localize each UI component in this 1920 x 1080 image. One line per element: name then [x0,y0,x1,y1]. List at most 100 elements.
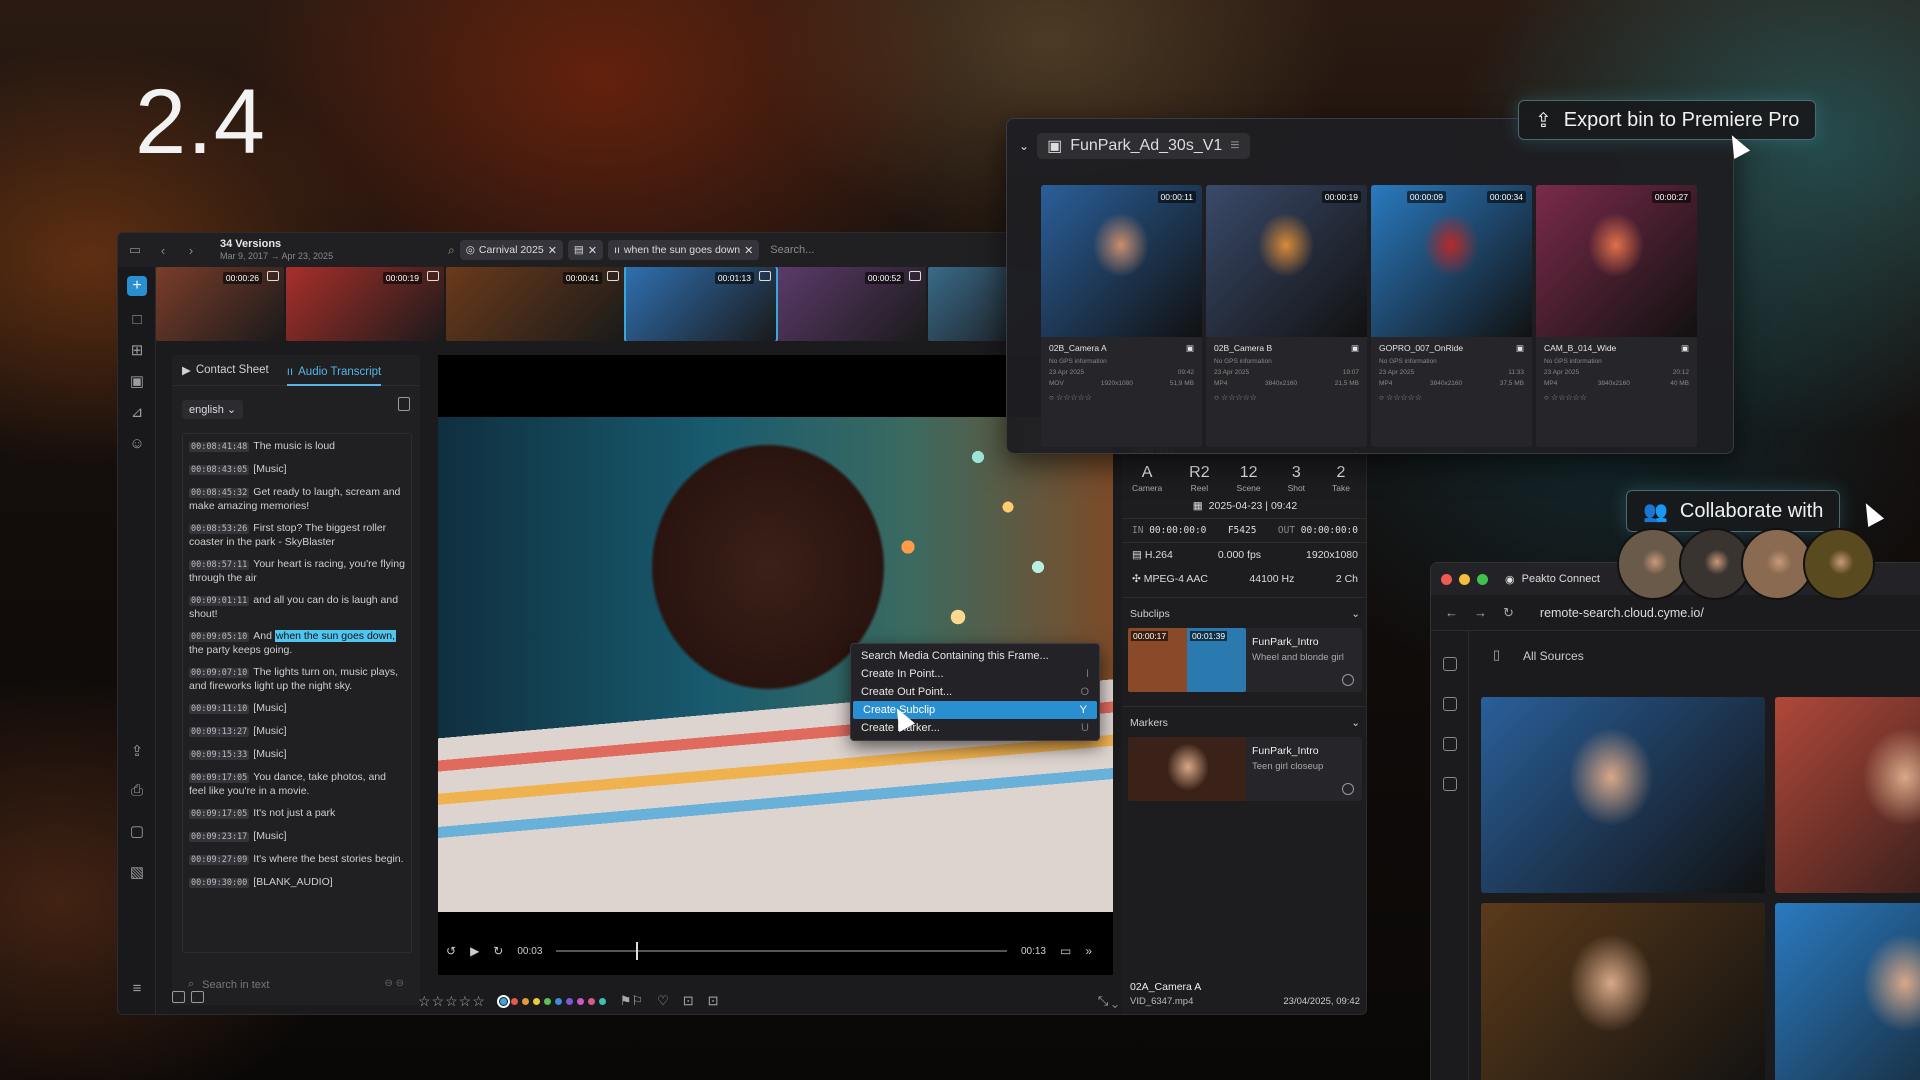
tab-audio-transcript[interactable]: ıı Audio Transcript [286,363,382,386]
chevron-down-icon[interactable]: ⌄ [1019,139,1029,153]
marker-card[interactable]: FunPark_Intro Teen girl closeup [1128,737,1362,801]
bin-clip-card[interactable]: 00:00:34 00:00:09 GOPRO_007_OnRide ▣ No GPS … [1371,185,1532,447]
context-menu-item[interactable]: Create Marker... U [851,719,1099,737]
browser-tab-title[interactable]: Peakto Connect [1522,573,1600,585]
rewind-icon[interactable]: ↺ [446,944,456,958]
library-icon[interactable] [1442,697,1457,711]
bin-clip-card[interactable]: 00:00:19 02B_Camera B ▣ No GPS information 2… [1206,185,1367,447]
star-rating[interactable]: ☆☆☆☆☆ [418,993,486,1010]
color-label-dot[interactable] [510,997,518,1005]
collaborator-avatar[interactable] [1803,528,1875,600]
transcript-line[interactable]: 00:09:13:27 [Music] [189,725,405,739]
timestamp[interactable]: 00:08:45:32 [189,488,250,498]
search-bar[interactable]: ⌕ ◎ Carnival 2025 ✕ ▤ ✕ ıı when the sun goes… [448,239,814,261]
timestamp[interactable]: 00:09:17:05 [189,809,250,819]
collaborate-button[interactable]: 👥 Collaborate with [1626,490,1841,532]
transcript-line[interactable]: 00:09:01:11 and all you can do is laugh a… [189,594,405,621]
forward-icon[interactable]: ↻ [493,944,503,958]
subclips-header[interactable]: Subclips ⌄ [1122,597,1366,624]
search-chip-transcript[interactable]: ıı when the sun goes down ✕ [608,240,760,260]
timestamp[interactable]: 00:09:01:11 [189,596,250,606]
faces-icon[interactable]: ☺ [127,434,147,454]
context-menu-item[interactable]: Create Out Point... O [851,683,1099,701]
color-label-dot[interactable] [587,997,595,1005]
back-icon[interactable]: ← [1445,605,1458,620]
language-select[interactable]: english ⌄ [182,400,244,419]
search-chip-media[interactable]: ▤ ✕ [567,240,604,260]
logo-icon[interactable] [1442,657,1457,671]
result-thumbnail[interactable] [1481,697,1765,893]
clip-thumbnail[interactable]: 00:00:19 [1206,185,1367,337]
transcript-line[interactable]: 00:09:23:17 [Music] [189,830,405,844]
clip-rating[interactable]: ○ ☆☆☆☆☆ [1371,387,1532,408]
transcript-line[interactable]: 00:09:17:05 It's not just a park [189,807,405,821]
slideshow-icon[interactable]: ▢ [127,822,147,842]
copy-icon[interactable] [398,397,410,411]
transcript-search[interactable]: ⌕ Search in text [188,978,269,991]
transcript-line[interactable]: 00:09:11:10 [Music] [189,702,405,716]
color-label-dot[interactable] [532,997,540,1005]
color-label-dot[interactable] [565,997,573,1005]
menu-icon[interactable]: ≡ [1230,137,1239,155]
timestamp[interactable]: 00:09:13:27 [189,727,250,737]
clip-rating[interactable]: ○ ☆☆☆☆☆ [1041,387,1202,408]
timestamp[interactable]: 00:09:17:05 [189,773,250,783]
clip-rating[interactable]: ○ ☆☆☆☆☆ [1536,387,1697,408]
transcript-line[interactable]: 00:09:07:10 The lights turn on, music pla… [189,666,405,693]
albums-icon[interactable] [1442,777,1457,791]
person-scan-icon[interactable]: ⊡ [708,993,719,1009]
timestamp[interactable]: 00:09:27:09 [189,855,250,865]
skip-icon[interactable]: » [1085,944,1092,958]
export-media-icon[interactable]: ▧ [127,863,147,883]
timestamp[interactable]: 00:09:11:10 [189,704,250,714]
timestamp[interactable]: 00:08:57:11 [189,560,250,570]
airplay-icon[interactable]: ▭ [1060,944,1071,958]
context-menu-item[interactable]: Create Subclip Y [853,701,1097,719]
bin-title-pill[interactable]: ▣ FunPark_Ad_30s_V1 ≡ [1037,133,1250,159]
timestamp[interactable]: 00:09:15:33 [189,750,250,760]
color-labels[interactable] [496,994,606,1008]
timestamp[interactable]: 00:09:07:10 [189,668,250,678]
photos-icon[interactable] [1442,737,1457,751]
transcript-line[interactable]: 00:08:41:48 The music is loud [189,440,405,454]
close-icon[interactable]: ✕ [588,244,597,257]
flag-icon[interactable]: ⚑⚐ [620,993,643,1009]
transcript-line[interactable]: 00:09:30:00 [BLANK_AUDIO] [189,876,405,890]
search-nav-icons[interactable]: ⊖ ⊖ [384,978,404,989]
calendar-icon[interactable]: ▣ [127,372,147,392]
color-label-dot[interactable] [496,994,510,1008]
result-thumbnail[interactable] [1775,903,1920,1080]
clip-rating[interactable]: ○ ☆☆☆☆☆ [1206,387,1367,408]
clip-thumbnail[interactable]: 00:00:11 [1041,185,1202,337]
map-icon[interactable]: ⊿ [127,403,147,423]
grid-view-icon[interactable]: ⊞ [127,341,147,361]
heart-icon[interactable]: ♡ [657,993,669,1009]
context-menu-item[interactable]: Create In Point... I [851,665,1099,683]
face-scan-icon[interactable]: ⊡ [683,993,694,1009]
transcript-line[interactable]: 00:08:45:32 Get ready to laugh, scream an… [189,486,405,513]
transcript-line[interactable]: 00:08:53:26 First stop? The biggest rolle… [189,522,405,549]
color-label-dot[interactable] [598,997,606,1005]
close-icon[interactable]: ✕ [548,244,557,257]
color-label-dot[interactable] [521,997,529,1005]
transcript-line[interactable]: 00:08:57:11 Your heart is racing, you're … [189,558,405,585]
transcript-line[interactable]: 00:09:17:05 You dance, take photos, and f… [189,771,405,798]
search-chip-carnival[interactable]: ◎ Carnival 2025 ✕ [459,240,563,260]
address-bar[interactable]: remote-search.cloud.cyme.io/ [1540,606,1704,620]
back-icon[interactable]: ‹ [152,243,174,258]
clip-thumbnail[interactable]: 00:00:34 00:00:09 [1371,185,1532,337]
timestamp[interactable]: 00:08:43:05 [189,465,250,475]
panel-toggle-icon[interactable]: ▯ [1493,647,1500,663]
transcript-line[interactable]: 00:08:43:05 [Music] [189,463,405,477]
minimize-window-icon[interactable] [1459,573,1470,585]
play-icon[interactable]: ▶ [470,944,479,958]
color-label-dot[interactable] [543,997,551,1005]
markers-header[interactable]: Markers ⌄ [1122,706,1366,733]
clip-thumbnail[interactable]: 00:00:27 [1536,185,1697,337]
more-icon[interactable] [1342,674,1354,686]
timeline-scrubber[interactable] [556,942,1007,960]
filmstrip-thumbnail[interactable]: 00:00:41 [446,267,624,341]
chevron-down-icon[interactable]: ⌄ [1351,608,1360,620]
all-sources-label[interactable]: All Sources [1523,649,1584,663]
share-icon[interactable]: ⇪ [127,742,147,762]
